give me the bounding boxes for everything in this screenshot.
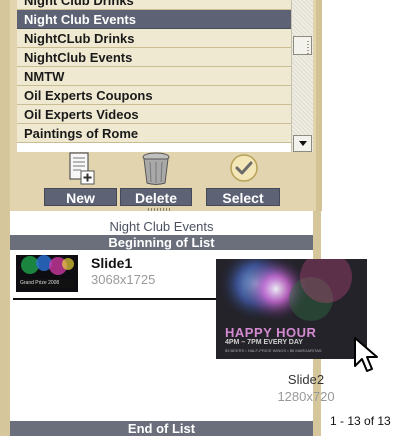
delete-button[interactable]: Delete [120, 188, 192, 206]
slide-subtitle: 4PM – 7PM EVERY DAY [225, 339, 303, 346]
select-button[interactable]: Select [206, 188, 280, 206]
pointer-cursor-icon [352, 336, 384, 383]
slide-thumbnail-text: Grand Prize 2008 [20, 280, 60, 286]
scrollbar-grip [307, 41, 309, 55]
slide-name: Slide1 [91, 255, 133, 271]
slide-fine-print: $3 BEERS • HALF-PRICE WINGS • $5 MARGARI… [225, 348, 322, 353]
beginning-of-list-bar: Beginning of List [10, 235, 313, 250]
list-item[interactable]: Oil Experts Coupons [17, 86, 291, 105]
scrollbar-track[interactable] [292, 0, 313, 152]
list-item[interactable]: NightClub Events [17, 48, 291, 67]
slide-dimensions: 3068x1725 [91, 272, 156, 287]
slide-thumbnail[interactable] [16, 255, 78, 292]
slides-panel-left-edge [0, 211, 10, 436]
slide-headline: HAPPY HOUR [225, 325, 317, 340]
dragged-slide-dimensions: 1280x720 [277, 389, 335, 404]
checkmark-icon[interactable] [228, 152, 260, 191]
slide-item[interactable]: Grand Prize 2008 Slide1 3068x1725 [16, 255, 216, 299]
list-item[interactable]: NMTW [17, 67, 291, 86]
list-item-selected[interactable]: Night Club Events [17, 10, 291, 29]
new-action[interactable]: New [44, 152, 117, 206]
new-button[interactable]: New [44, 188, 117, 206]
pagination-count: 1 - 13 of 13 [330, 414, 391, 428]
playlist-list: Night Club Drinks Night Club Events Nigh… [17, 0, 313, 152]
dragged-slide-thumbnail[interactable]: HAPPY HOUR 4PM – 7PM EVERY DAY $3 BEERS … [216, 259, 367, 359]
drop-indicator [13, 298, 221, 300]
list-item[interactable]: Night Club Drinks [17, 0, 291, 10]
select-action[interactable]: Select [206, 152, 280, 206]
panel-right-edge [316, 0, 322, 211]
end-of-list-bar: End of List [10, 421, 313, 436]
playlist-items: Night Club Drinks Night Club Events Nigh… [17, 0, 291, 143]
dragged-slide-name: Slide2 [287, 372, 325, 387]
scrollbar-thumb[interactable] [293, 36, 312, 55]
trash-can-icon[interactable] [140, 152, 172, 191]
list-item[interactable]: Paintings of Rome [17, 124, 291, 143]
arrow-down-icon [299, 141, 307, 146]
list-scrollbar[interactable] [291, 0, 313, 152]
playlist-panel: Night Club Drinks Night Club Events Nigh… [0, 0, 322, 211]
playlist-title: Night Club Events [10, 218, 313, 235]
new-document-icon[interactable] [67, 152, 95, 191]
list-item[interactable]: Oil Experts Videos [17, 105, 291, 124]
delete-action[interactable]: Delete [120, 152, 192, 206]
list-item[interactable]: NightCLub Drinks [17, 29, 291, 48]
scroll-down-button[interactable] [293, 135, 312, 152]
panel-left-edge [0, 0, 10, 211]
